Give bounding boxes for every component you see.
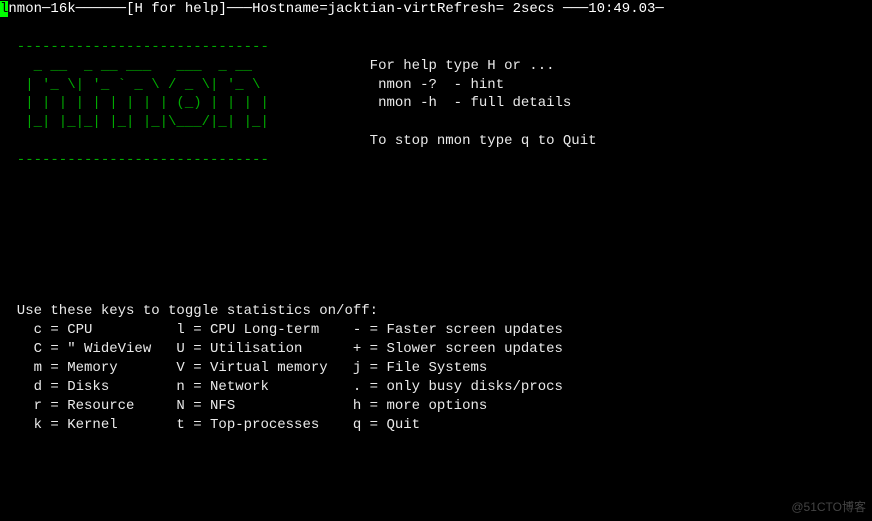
- refresh-value: 2secs: [513, 1, 555, 17]
- terminal-screen: lnmon─16k──────[H for help]───Hostname=j…: [0, 0, 872, 434]
- clock-time: 10:49.03: [588, 1, 655, 17]
- help-text-1: For help type H or ...: [370, 58, 555, 74]
- blank-line: [0, 247, 8, 263]
- blank-line: [0, 20, 8, 36]
- blank-line: [0, 284, 8, 300]
- hostname-label: Hostname=: [252, 1, 328, 17]
- blank-line: [0, 265, 8, 281]
- help-text-3: nmon -h - full details: [370, 95, 572, 111]
- help-line-4: To stop nmon type q to Quit: [286, 133, 597, 149]
- keys-title: Use these keys to toggle statistics on/o…: [0, 303, 378, 319]
- ascii-logo-row: _ __ _ __ ___ ___ _ __: [0, 58, 286, 74]
- help-line-2: nmon -? - hint: [286, 77, 504, 93]
- help-text-2: nmon -? - hint: [370, 77, 504, 93]
- ascii-logo-row: [0, 133, 286, 149]
- help-line-3: nmon -h - full details: [286, 95, 572, 111]
- ascii-logo-row: |_| |_|_| |_| |_|\___/|_| |_|: [0, 114, 286, 130]
- version: 16k: [50, 1, 75, 17]
- header-line: lnmon─16k──────[H for help]───Hostname=j…: [0, 1, 664, 17]
- app-name: nmon: [8, 1, 42, 17]
- ascii-logo-row: | '_ \| '_ ` _ \ / _ \| '_ \: [0, 77, 286, 93]
- keys-row: m = Memory V = Virtual memory j = File S…: [0, 360, 487, 376]
- keys-row: r = Resource N = NFS h = more options: [0, 398, 487, 414]
- keys-row: k = Kernel t = Top-processes q = Quit: [0, 417, 420, 433]
- ascii-logo-row: | | | | | | | | | (_) | | | |: [0, 95, 286, 111]
- help-text-4: To stop nmon type q to Quit: [370, 133, 597, 149]
- blank-line: [0, 190, 8, 206]
- blank-line: [0, 209, 8, 225]
- ascii-border-bot: ------------------------------: [0, 152, 269, 168]
- hostname-value: jacktian-virt: [328, 1, 437, 17]
- blank-line: [0, 171, 8, 187]
- watermark: @51CTO博客: [791, 499, 866, 515]
- keys-row: c = CPU l = CPU Long-term - = Faster scr…: [0, 322, 563, 338]
- refresh-label: Refresh=: [437, 1, 513, 17]
- ascii-border-top: ------------------------------: [0, 39, 269, 55]
- blank-line: [0, 228, 8, 244]
- help-line-1: For help type H or ...: [286, 58, 555, 74]
- help-hint: [H for help]: [126, 1, 227, 17]
- keys-row: C = " WideView U = Utilisation + = Slowe…: [0, 341, 563, 357]
- keys-row: d = Disks n = Network . = only busy disk…: [0, 379, 563, 395]
